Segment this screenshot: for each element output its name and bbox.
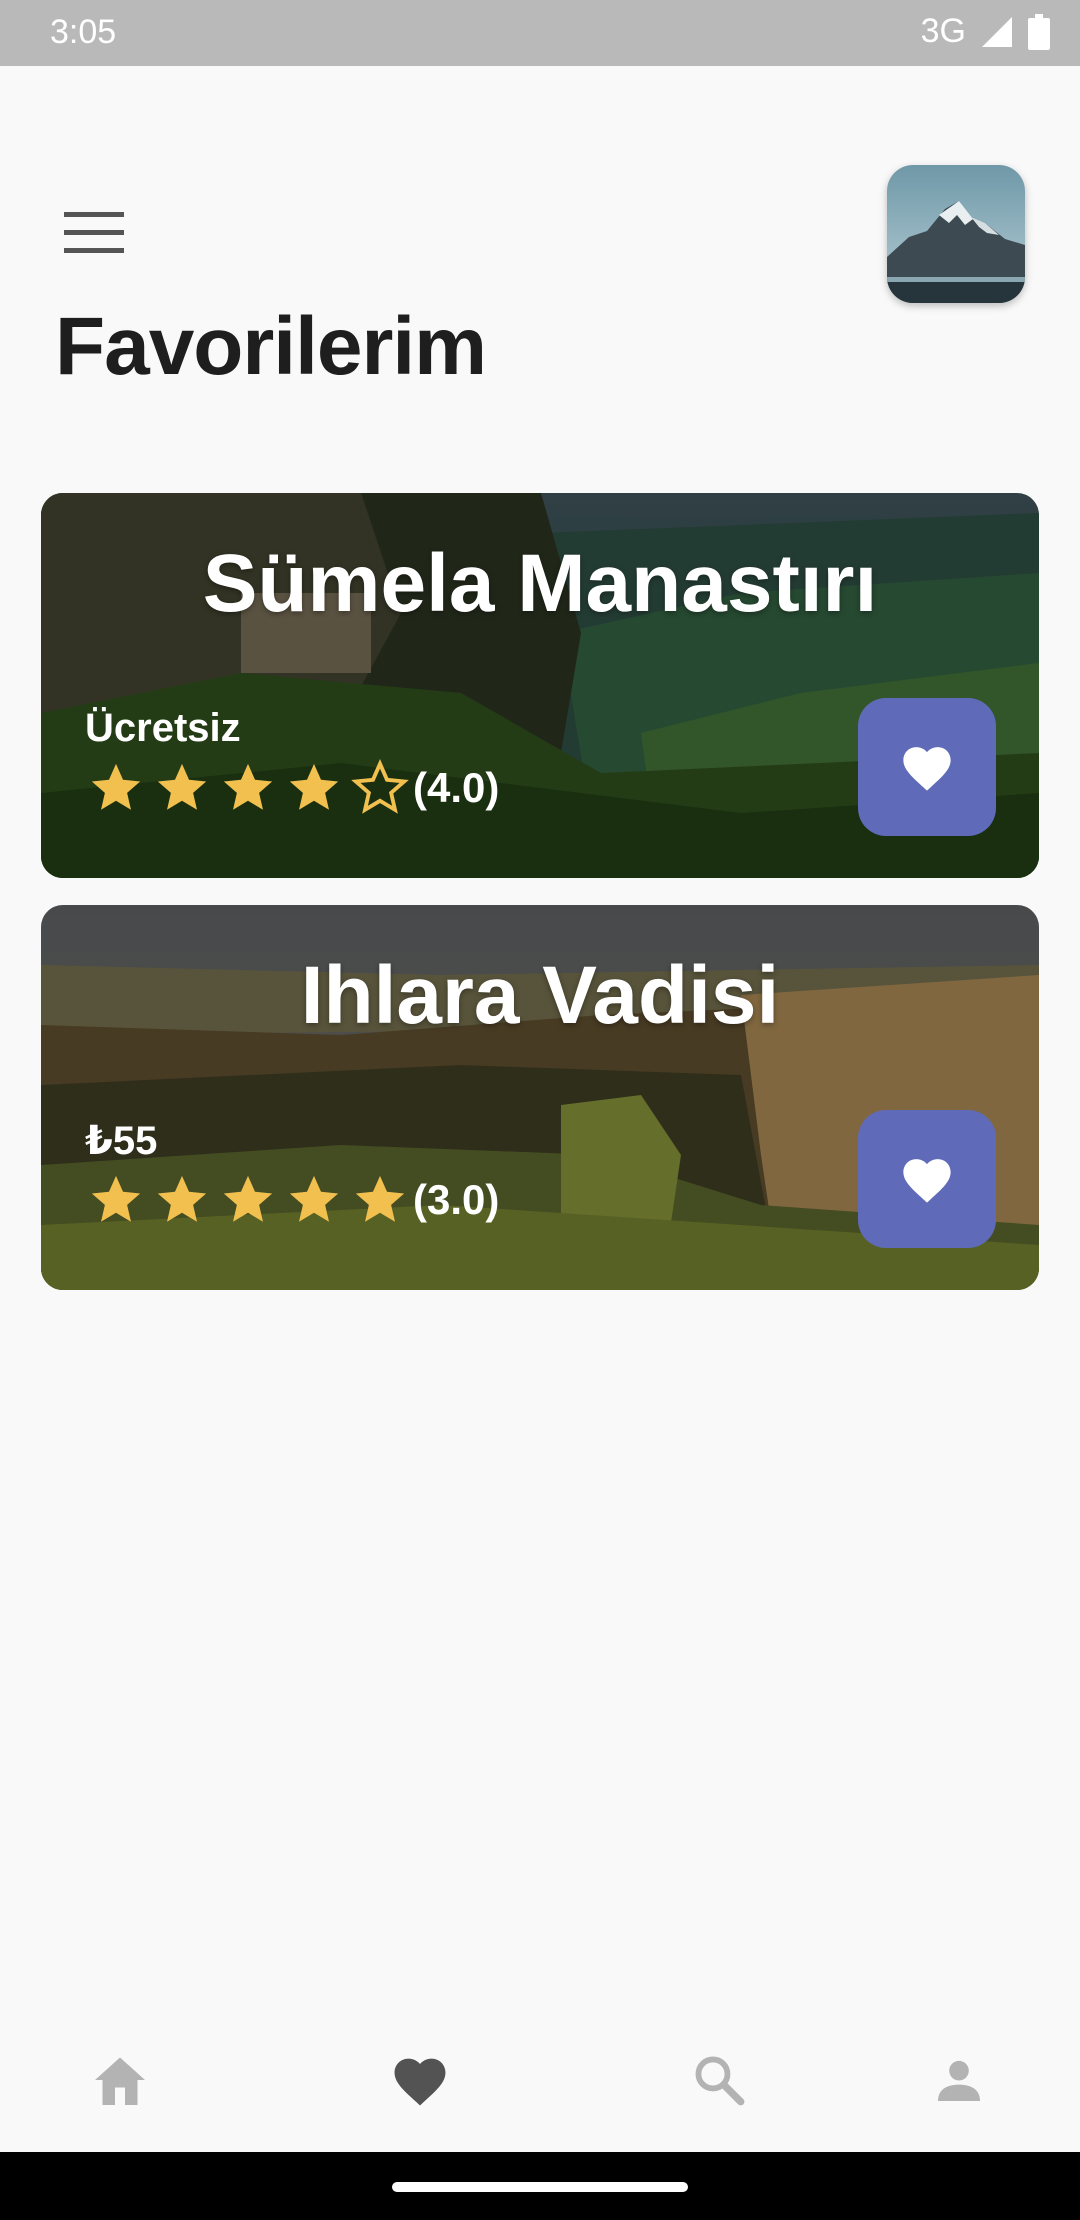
favorite-card[interactable]: Ihlara Vadisi ₺55 (3.0) [41,905,1039,1290]
star-filled-icon [157,1175,207,1222]
network-type: 3G [920,12,966,50]
star-filled-icon [289,1175,339,1222]
place-title: Ihlara Vadisi [300,950,780,1041]
place-price: ₺55 [85,1119,158,1163]
heart-icon [903,1159,951,1203]
star-filled-icon [289,763,339,810]
nav-home[interactable] [84,2044,156,2116]
place-title: Sümela Manastırı [202,538,878,629]
nav-search[interactable] [683,2044,755,2116]
battery-icon [1028,13,1050,50]
home-gesture-handle[interactable] [392,2182,688,2192]
nav-profile[interactable] [923,2044,995,2116]
page-title: Favorilerim [55,301,487,392]
star-filled-icon [91,1175,141,1222]
person-icon [938,2060,980,2101]
rating: (4.0) [87,759,499,817]
rating-value: (4.0) [413,764,500,811]
search-icon [695,2056,745,2106]
favorite-toggle-button[interactable] [858,698,996,836]
status-icons: 3G [921,12,1050,51]
system-gesture-bar [0,2152,1080,2220]
star-outline-icon [351,759,409,814]
star-filled-icon [223,1175,273,1222]
favorite-card[interactable]: Sümela Manastırı Ücretsiz (4.0) [41,493,1039,878]
status-bar: 3:05 3G [0,0,1080,66]
place-price: Ücretsiz [85,706,241,750]
signal-icon [982,16,1012,47]
hamburger-menu-icon[interactable] [60,208,130,258]
star-filled-icon [91,763,141,810]
rating: (3.0) [87,1171,499,1229]
star-filled-icon [355,1175,405,1222]
heart-icon [394,2058,446,2106]
nav-favorites[interactable] [384,2044,456,2116]
favorite-toggle-button[interactable] [858,1110,996,1248]
heart-icon [903,747,951,791]
star-filled-icon [157,763,207,810]
avatar[interactable] [887,165,1025,303]
bottom-navigation [0,2010,1080,2150]
home-icon [95,2057,145,2105]
status-time: 3:05 [50,13,117,51]
star-filled-icon [223,763,273,810]
rating-value: (3.0) [413,1176,500,1223]
